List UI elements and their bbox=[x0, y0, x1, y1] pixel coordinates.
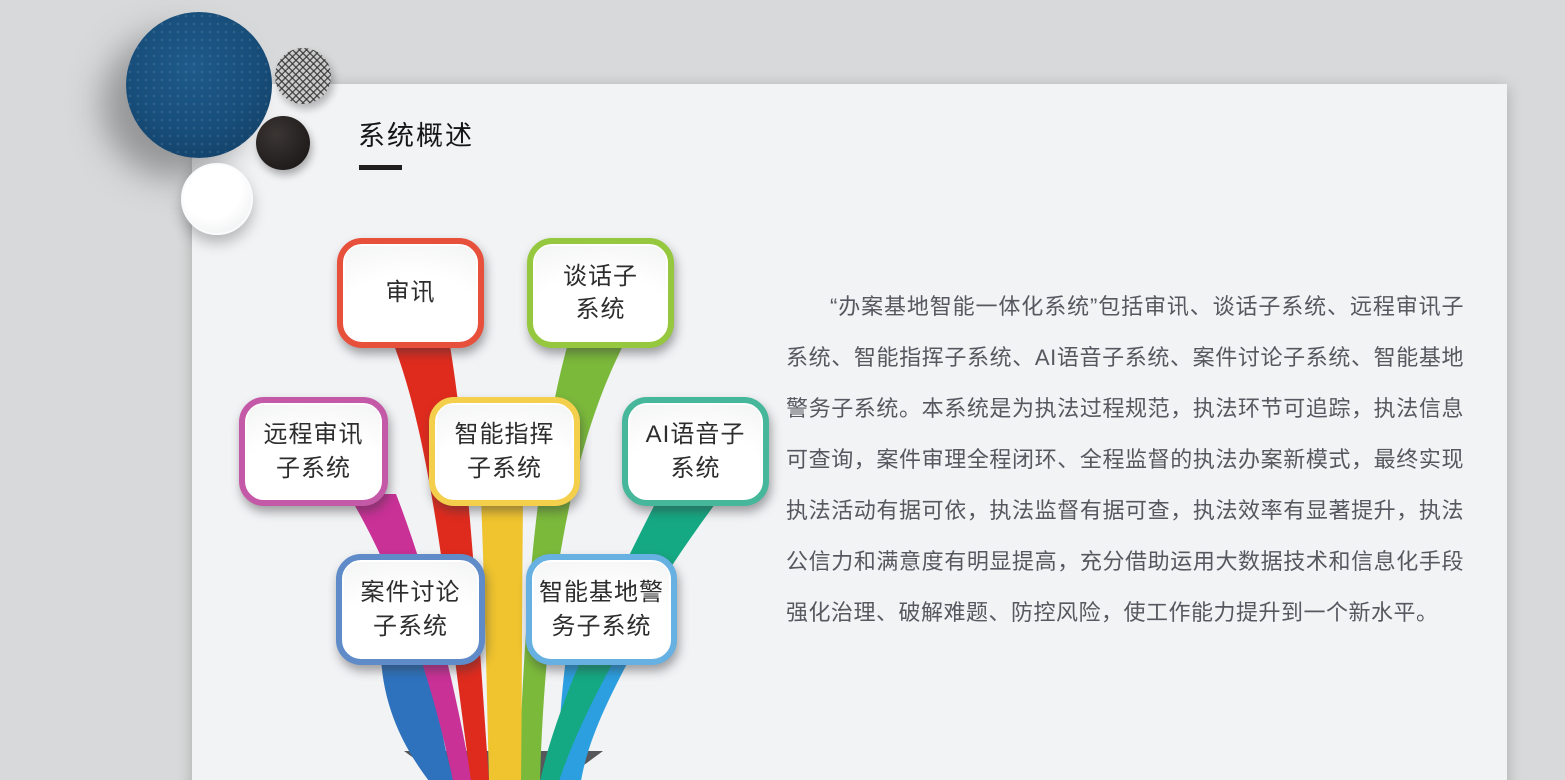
diagram-box-ai-voice: AI语音子 系统 bbox=[622, 397, 769, 506]
diagram-box-label: 智能指挥 子系统 bbox=[437, 405, 572, 498]
diagram-box-label: AI语音子 系统 bbox=[630, 405, 761, 498]
diagram-box-label: 智能基地警 务子系统 bbox=[534, 562, 669, 657]
diagram-box-label: 审讯 bbox=[345, 246, 476, 340]
diagram-box-conversation: 谈话子 系统 bbox=[527, 238, 674, 348]
diagram-box-intelligent-command: 智能指挥 子系统 bbox=[429, 397, 580, 506]
diagram-box-label: 谈话子 系统 bbox=[535, 246, 666, 340]
decor-circle-blue-icon bbox=[126, 12, 272, 158]
diagram-box-remote-interrogation: 远程审讯 子系统 bbox=[239, 397, 388, 506]
decor-circle-black-icon bbox=[256, 116, 310, 170]
decor-circle-mesh-icon bbox=[275, 48, 331, 104]
title-underline bbox=[359, 165, 402, 170]
decor-circle-white-icon bbox=[181, 163, 253, 235]
overview-paragraph: “办案基地智能一体化系统”包括审讯、谈话子系统、远程审讯子系统、智能指挥子系统、… bbox=[786, 281, 1464, 638]
diagram-box-label: 远程审讯 子系统 bbox=[247, 405, 380, 498]
diagram-box-label: 案件讨论 子系统 bbox=[344, 562, 477, 657]
page-title: 系统概述 bbox=[358, 114, 474, 153]
diagram-box-interrogation: 审讯 bbox=[337, 238, 484, 348]
diagram-box-case-discussion: 案件讨论 子系统 bbox=[336, 554, 485, 665]
diagram-box-intelligent-base-policing: 智能基地警 务子系统 bbox=[526, 554, 677, 665]
